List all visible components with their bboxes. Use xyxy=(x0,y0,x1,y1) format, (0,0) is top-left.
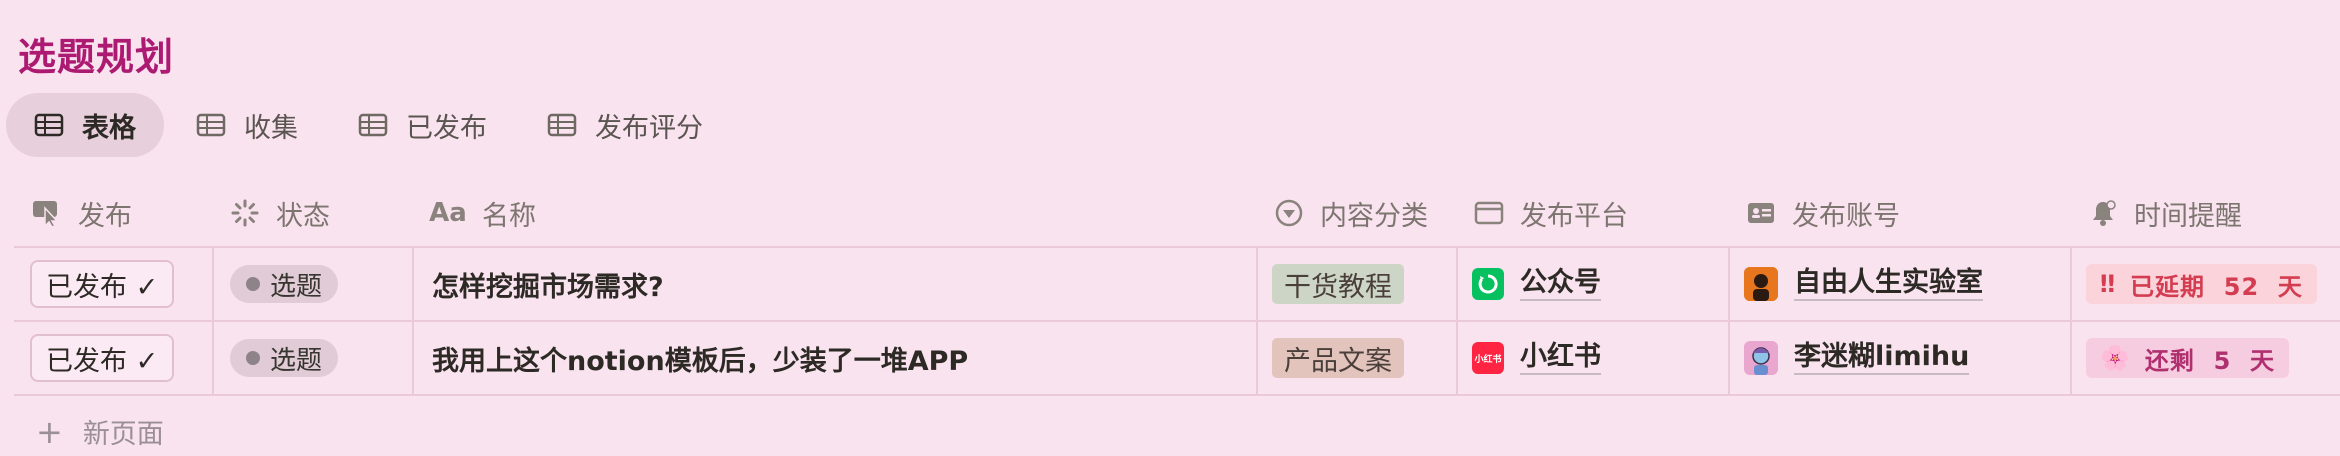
cherry-blossom-icon: 🌸 xyxy=(2100,344,2131,372)
table-icon xyxy=(196,113,226,137)
window-icon xyxy=(1472,198,1506,228)
publish-button[interactable]: 已发布 ✓ xyxy=(30,334,175,382)
cursor-click-icon xyxy=(30,198,64,228)
table-row[interactable]: 已发布 ✓ 选题 我用上这个notion模板后，少装了一堆APP 产品文案 小红… xyxy=(14,321,2340,395)
column-header-name[interactable]: Aa 名称 xyxy=(428,180,536,246)
avatar xyxy=(1744,267,1778,301)
category-tag[interactable]: 产品文案 xyxy=(1272,338,1404,378)
wechat-icon xyxy=(1472,268,1504,300)
tab-label: 收集 xyxy=(244,112,298,144)
column-label: 发布 xyxy=(78,200,132,232)
column-label: 状态 xyxy=(276,200,330,232)
status-dot xyxy=(246,351,260,365)
account-link[interactable]: 李迷糊limihu xyxy=(1794,341,1970,375)
status-badge[interactable]: 选题 xyxy=(230,265,339,303)
tab-published[interactable]: 已发布 xyxy=(330,93,515,157)
tab-label: 已发布 xyxy=(406,112,487,144)
column-label: 内容分类 xyxy=(1320,200,1428,232)
status-badge[interactable]: 选题 xyxy=(230,339,339,377)
column-label: 时间提醒 xyxy=(2134,200,2242,232)
reminder-badge: 🌸 还剩 5 天 xyxy=(2086,338,2290,378)
platform-link[interactable]: 小红书 xyxy=(1520,341,1601,375)
category-tag[interactable]: 干货教程 xyxy=(1272,264,1404,304)
table-icon xyxy=(358,113,388,137)
status-label: 选题 xyxy=(270,271,323,302)
column-label: 名称 xyxy=(482,200,536,232)
table-icon xyxy=(34,113,64,137)
status-label: 选题 xyxy=(270,345,323,376)
column-label: 发布平台 xyxy=(1520,200,1628,232)
status-dot xyxy=(246,277,260,291)
tab-collect[interactable]: 收集 xyxy=(168,93,326,157)
platform-link[interactable]: 公众号 xyxy=(1520,267,1601,301)
select-icon xyxy=(1272,198,1306,228)
table-icon xyxy=(547,113,577,137)
plus-icon: + xyxy=(36,412,63,451)
column-header-publish[interactable]: 发布 xyxy=(30,180,132,246)
page-title: 选题规划 xyxy=(18,35,175,79)
reminder-text: 还剩 5 天 xyxy=(2144,346,2276,375)
contact-card-icon xyxy=(1744,198,1778,228)
tab-label: 发布评分 xyxy=(595,112,703,144)
new-page-button[interactable]: + 新页面 xyxy=(36,412,164,451)
avatar xyxy=(1744,341,1778,375)
column-header-status[interactable]: 状态 xyxy=(228,180,330,246)
text-aa-icon: Aa xyxy=(429,198,467,228)
reminder-badge: ‼ 已延期 52 天 xyxy=(2086,264,2317,304)
double-exclamation-icon: ‼ xyxy=(2100,270,2117,298)
view-tabs: 表格 收集 已发布 发布评分 xyxy=(6,93,735,157)
column-header-category[interactable]: 内容分类 xyxy=(1272,180,1428,246)
row-title[interactable]: 我用上这个notion模板后，少装了一堆APP xyxy=(432,339,968,378)
tab-table[interactable]: 表格 xyxy=(6,93,164,157)
tab-label: 表格 xyxy=(82,112,136,144)
column-header-account[interactable]: 发布账号 xyxy=(1744,180,1900,246)
reminder-text: 已延期 52 天 xyxy=(2130,272,2303,301)
account-link[interactable]: 自由人生实验室 xyxy=(1794,267,1983,301)
column-header-reminder[interactable]: 时间提醒 xyxy=(2086,180,2242,246)
bell-icon xyxy=(2086,198,2120,228)
column-label: 发布账号 xyxy=(1792,200,1900,232)
loading-icon xyxy=(228,198,262,228)
new-page-label: 新页面 xyxy=(82,419,164,450)
xiaohongshu-icon: 小红书 xyxy=(1472,342,1504,374)
tab-rating[interactable]: 发布评分 xyxy=(519,93,731,157)
row-title[interactable]: 怎样挖掘市场需求? xyxy=(432,265,664,304)
column-header-platform[interactable]: 发布平台 xyxy=(1472,180,1628,246)
publish-button[interactable]: 已发布 ✓ xyxy=(30,260,175,308)
table-row[interactable]: 已发布 ✓ 选题 怎样挖掘市场需求? 干货教程 公众号 自由人生实验室 ‼ 已延… xyxy=(14,247,2340,321)
